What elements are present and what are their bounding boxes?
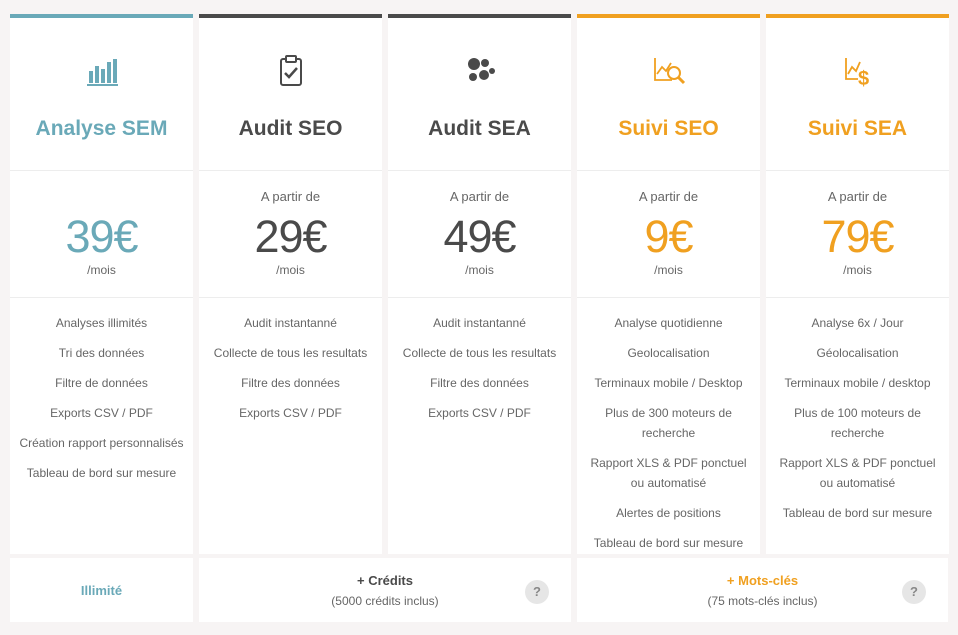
price-block: A partir de 49€ /mois xyxy=(388,171,571,298)
feature-list: Audit instantanné Collecte de tous les r… xyxy=(388,298,571,428)
feature-item: Audit instantanné xyxy=(433,316,526,330)
feature-list: Audit instantanné Collecte de tous les r… xyxy=(199,298,382,428)
svg-text:$: $ xyxy=(858,68,869,88)
plan-price: 49€ xyxy=(443,211,516,262)
feature-item: Terminaux mobile / Desktop xyxy=(594,376,743,390)
footer-credits: + Crédits (5000 crédits inclus) ? xyxy=(199,558,571,622)
feature-item: Terminaux mobile / desktop xyxy=(784,376,931,390)
plan-title: Audit SEO xyxy=(238,117,343,140)
feature-item: Géolocalisation xyxy=(816,346,899,360)
chart-dollar-icon: $ xyxy=(766,54,949,90)
feature-list: Analyses illimités Tri des données Filtr… xyxy=(10,298,193,488)
feature-item: Filtre des données xyxy=(430,376,529,390)
plan-header: Analyse SEM xyxy=(10,18,193,171)
plan-title: Suivi SEA xyxy=(807,117,908,140)
credits-help-button[interactable]: ? xyxy=(525,580,549,604)
feature-item: Tableau de bord sur mesure xyxy=(593,536,744,550)
price-period: /mois xyxy=(843,263,872,277)
price-block: 39€ /mois xyxy=(10,171,193,298)
keywords-subtitle: (75 mots-clés inclus) xyxy=(707,594,818,608)
footer-unlimited: Illimité xyxy=(10,558,193,622)
credits-title: + Crédits xyxy=(357,573,413,588)
feature-item: Tableau de bord sur mesure xyxy=(26,466,177,480)
plan-title: Analyse SEM xyxy=(35,117,168,140)
feature-item: Audit instantanné xyxy=(244,316,337,330)
keywords-title: + Mots-clés xyxy=(726,573,799,588)
feature-item: Filtre de données xyxy=(55,376,148,390)
feature-item: Collecte de tous les resultats xyxy=(402,346,557,360)
feature-item: Exports CSV / PDF xyxy=(239,406,342,420)
feature-item: Plus de 100 moteurs de recherche xyxy=(794,406,921,440)
price-period: /mois xyxy=(654,263,683,277)
unlimited-label: Illimité xyxy=(80,583,123,598)
price-block: A partir de 9€ /mois xyxy=(577,171,760,298)
feature-item: Rapport XLS & PDF ponctuel ou automatisé xyxy=(590,456,747,490)
footer-keywords: + Mots-clés (75 mots-clés inclus) ? xyxy=(577,558,948,622)
bubbles-icon xyxy=(388,54,571,88)
price-block: A partir de 29€ /mois xyxy=(199,171,382,298)
price-from-label: A partir de xyxy=(260,189,321,204)
feature-item: Alertes de positions xyxy=(616,506,721,520)
price-from-label: A partir de xyxy=(827,189,888,204)
keywords-help-button[interactable]: ? xyxy=(902,580,926,604)
feature-item: Plus de 300 moteurs de recherche xyxy=(605,406,732,440)
plan-header: Audit SEO xyxy=(199,18,382,171)
plan-price: 29€ xyxy=(254,211,327,262)
plan-header: Suivi SEO xyxy=(577,18,760,171)
feature-item: Tri des données xyxy=(58,346,145,360)
feature-item: Geolocalisation xyxy=(627,346,710,360)
feature-item: Exports CSV / PDF xyxy=(428,406,531,420)
price-block: A partir de 79€ /mois xyxy=(766,171,949,298)
feature-list: Analyse 6x / Jour Géolocalisation Termin… xyxy=(766,298,949,528)
plan-card-audit-sea: Audit SEA A partir de 49€ /mois Audit in… xyxy=(388,14,571,554)
plan-header: Audit SEA xyxy=(388,18,571,171)
feature-item: Analyses illimités xyxy=(55,316,148,330)
feature-item: Exports CSV / PDF xyxy=(50,406,153,420)
plan-price: 39€ xyxy=(65,211,138,262)
plan-header: $ Suivi SEA xyxy=(766,18,949,171)
plan-card-suivi-seo: Suivi SEO A partir de 9€ /mois Analyse q… xyxy=(577,14,760,554)
price-from-label: A partir de xyxy=(449,189,510,204)
plan-price: 79€ xyxy=(821,211,894,262)
plan-card-audit-seo: Audit SEO A partir de 29€ /mois Audit in… xyxy=(199,14,382,554)
plan-title: Suivi SEO xyxy=(618,117,719,140)
feature-item: Collecte de tous les resultats xyxy=(213,346,368,360)
price-period: /mois xyxy=(87,263,116,277)
feature-list: Analyse quotidienne Geolocalisation Term… xyxy=(577,298,760,558)
credits-subtitle: (5000 crédits inclus) xyxy=(331,594,439,608)
chart-magnifier-icon xyxy=(577,54,760,88)
feature-item: Filtre des données xyxy=(241,376,340,390)
plan-title: Audit SEA xyxy=(428,117,531,140)
plan-card-analyse-sem: Analyse SEM 39€ /mois Analyses illimités… xyxy=(10,14,193,554)
plan-card-suivi-sea: $ Suivi SEA A partir de 79€ /mois Analys… xyxy=(766,14,949,554)
plan-price: 9€ xyxy=(644,211,693,262)
price-from-label: A partir de xyxy=(638,189,699,204)
feature-item: Analyse quotidienne xyxy=(614,316,723,330)
bar-chart-icon xyxy=(10,54,193,88)
feature-item: Rapport XLS & PDF ponctuel ou automatisé xyxy=(779,456,936,490)
feature-item: Analyse 6x / Jour xyxy=(811,316,904,330)
clipboard-check-icon xyxy=(199,54,382,88)
feature-item: Création rapport personnalisés xyxy=(19,436,184,450)
feature-item: Tableau de bord sur mesure xyxy=(782,506,933,520)
price-period: /mois xyxy=(465,263,494,277)
price-period: /mois xyxy=(276,263,305,277)
